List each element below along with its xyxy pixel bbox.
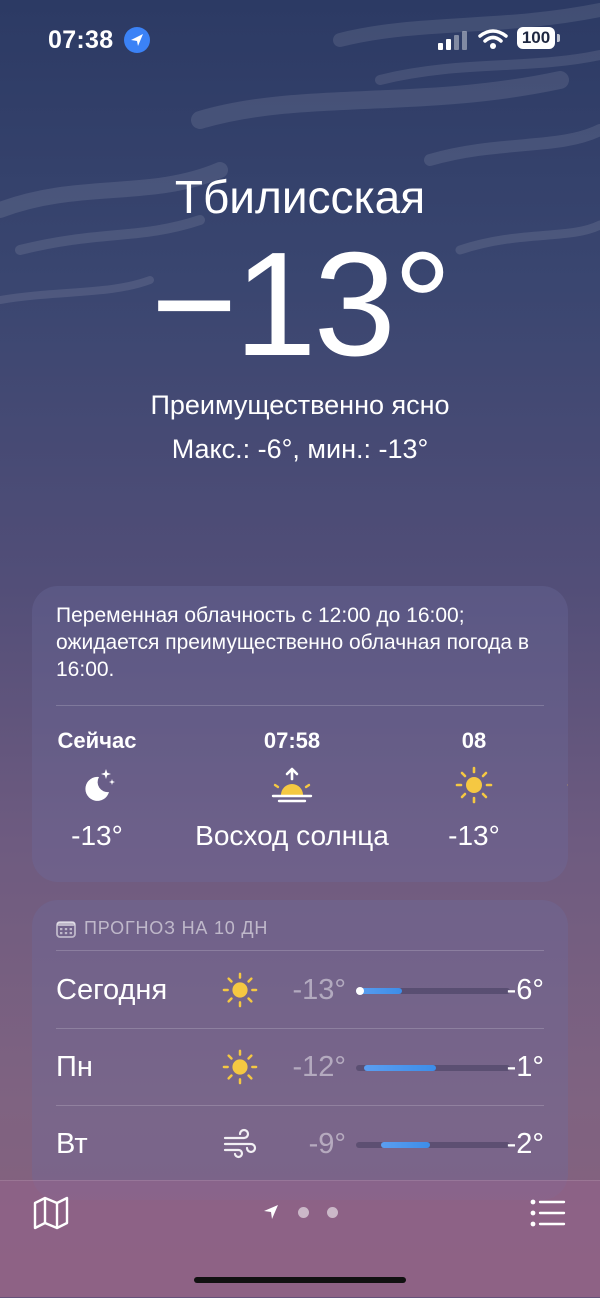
hourly-item-next: 0 -1 <box>544 726 568 858</box>
day-name: Пн <box>56 1051 93 1083</box>
wifi-icon <box>478 29 508 49</box>
hour-label: 07:58 <box>263 728 321 753</box>
cellular-signal-icon <box>438 31 467 50</box>
temp-range-fill <box>380 1142 430 1148</box>
temp-range-bar <box>356 1142 510 1148</box>
ten-day-header: ПРОГНОЗ НА 10 ДН <box>56 918 268 939</box>
sun-icon <box>222 1049 258 1085</box>
map-icon[interactable] <box>32 1195 70 1231</box>
moon-stars-icon <box>85 769 115 801</box>
ten-day-forecast-card[interactable]: ПРОГНОЗ НА 10 ДН Сегодня -13° -6° Пн -12… <box>32 900 568 1200</box>
hour-temp: -13° <box>71 820 123 851</box>
hourly-item-now: Сейчас -13° <box>52 726 142 858</box>
sun-icon <box>567 784 568 786</box>
high-low-temperature: Макс.: -6°, мин.: -13° <box>171 434 429 464</box>
ten-day-title: ПРОГНОЗ НА 10 ДН <box>84 918 269 938</box>
home-indicator <box>194 1277 406 1283</box>
page-dot[interactable] <box>327 1206 338 1218</box>
day-high-temp: -2° <box>506 1128 544 1160</box>
status-bar: 07:38 100 <box>0 24 600 58</box>
day-low-temp: -9° <box>308 1128 346 1160</box>
card-divider <box>56 705 544 706</box>
calendar-icon <box>56 920 76 938</box>
current-temp-dot <box>356 987 364 995</box>
forecast-summary: Переменная облачность с 12:00 до 16:00; … <box>56 604 530 681</box>
current-condition: Преимущественно ясно <box>150 390 450 420</box>
day-high-temp: -6° <box>506 974 544 1006</box>
current-temperature: −13° <box>150 222 452 387</box>
hour-temp: -1 <box>544 814 568 858</box>
sun-icon <box>222 972 258 1008</box>
day-low-temp: -13° <box>292 974 346 1006</box>
card-divider <box>56 950 544 951</box>
sun-icon <box>455 766 493 804</box>
status-time: 07:38 <box>48 26 114 54</box>
day-low-temp: -12° <box>292 1051 346 1083</box>
city-name: Тбилисская <box>174 171 426 223</box>
day-name: Вт <box>56 1128 88 1160</box>
temp-range-bar <box>356 1065 510 1071</box>
hour-temp: Восход солнца <box>195 820 389 851</box>
day-high-temp: -1° <box>506 1051 544 1083</box>
temp-range-bar <box>356 987 510 995</box>
temp-range-fill <box>363 1065 437 1071</box>
hour-label: Сейчас <box>57 728 137 753</box>
hourly-forecast-card[interactable]: Переменная облачность с 12:00 до 16:00; … <box>32 586 568 882</box>
page-indicator[interactable] <box>262 1203 338 1221</box>
wind-icon <box>223 1128 257 1159</box>
day-row-today[interactable]: Сегодня -13° -6° <box>56 952 544 1028</box>
bottom-toolbar <box>0 1180 600 1298</box>
list-icon[interactable] <box>530 1199 566 1227</box>
day-row-mon[interactable]: Пн -12° -1° <box>56 1029 544 1105</box>
hour-label: 0 <box>544 726 568 756</box>
hourly-item-sunrise: 07:58 Восход солнца <box>172 726 412 858</box>
location-page-icon[interactable] <box>262 1203 280 1221</box>
hour-temp: -13° <box>448 820 500 851</box>
page-dot[interactable] <box>298 1206 309 1218</box>
battery-tip <box>557 34 560 42</box>
sunrise-icon <box>271 767 313 803</box>
location-arrow-icon <box>124 27 150 53</box>
hourly-item-08: 08 -13° <box>432 726 516 858</box>
day-name: Сегодня <box>56 974 168 1006</box>
battery-indicator: 100 <box>517 27 555 49</box>
day-row-tue[interactable]: Вт -9° -2° <box>56 1106 544 1182</box>
hour-label: 08 <box>461 728 487 753</box>
